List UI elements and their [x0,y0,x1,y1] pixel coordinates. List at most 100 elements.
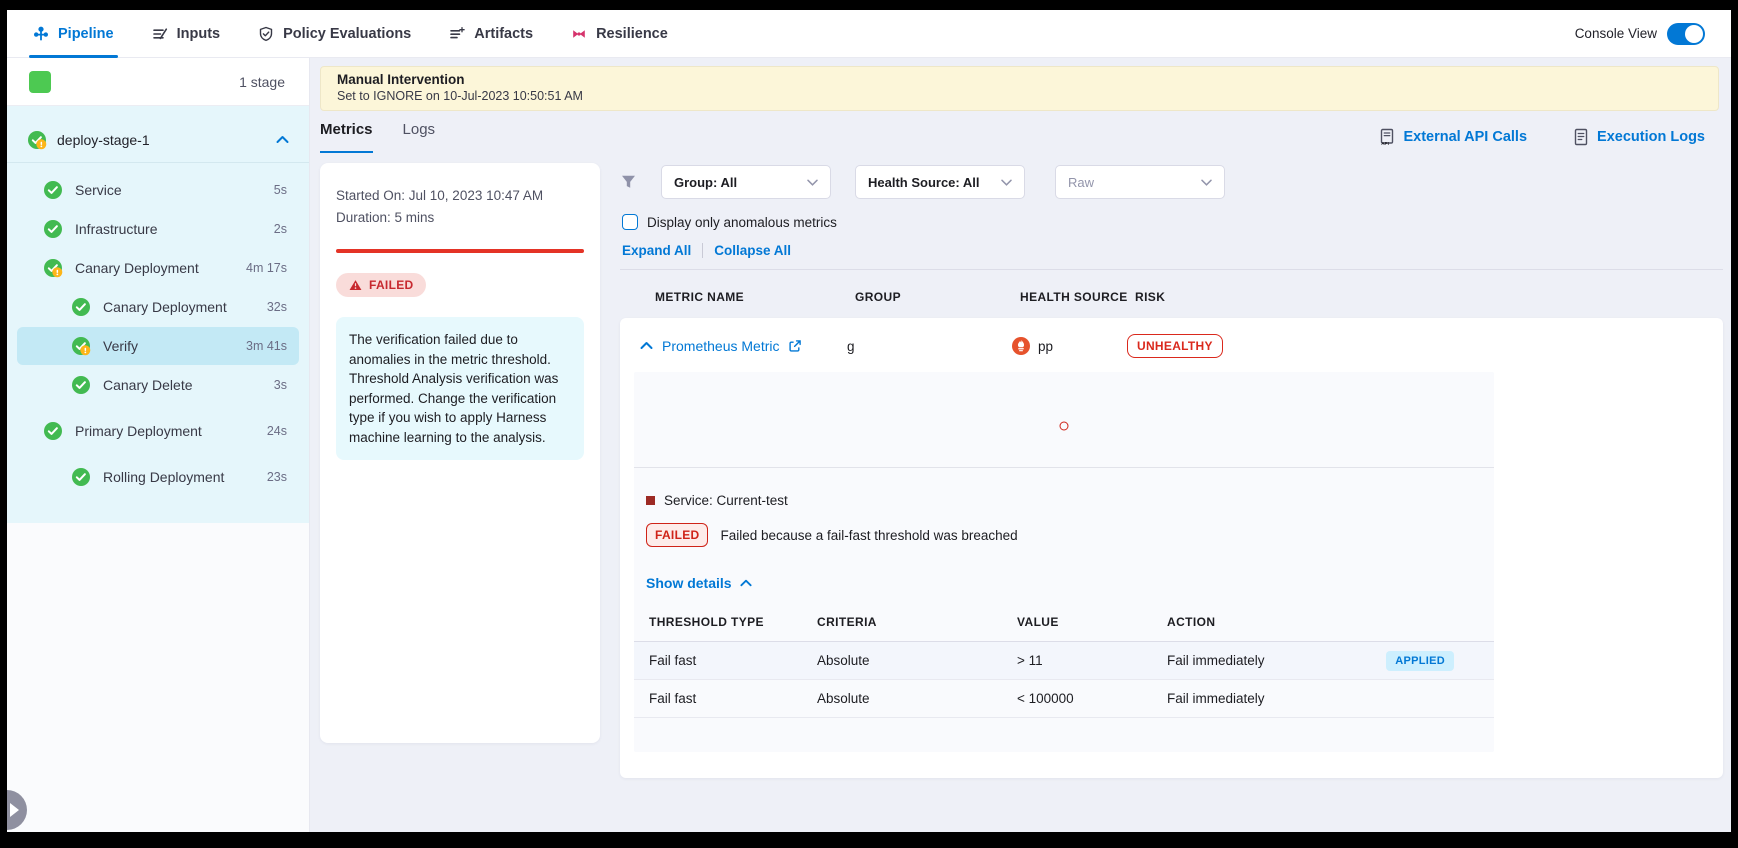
step-canary-delete[interactable]: Canary Delete 3s [17,366,299,404]
log-links: API External API Calls Execution Logs [1378,128,1705,146]
step-verify[interactable]: Verify 3m 41s [17,327,299,365]
prometheus-icon [1012,337,1030,355]
step-primary-deployment[interactable]: Primary Deployment 24s [17,412,299,450]
legend-label: Service: Current-test [664,493,788,508]
success-warning-icon [43,258,63,278]
tab-metrics[interactable]: Metrics [320,121,373,153]
anomalous-filter-row: Display only anomalous metrics [622,214,1723,230]
threshold-criteria: Absolute [817,691,1017,706]
collapse-all-link[interactable]: Collapse All [714,243,791,258]
anomalous-metrics-checkbox[interactable] [622,214,638,230]
banner-subtitle: Set to IGNORE on 10-Jul-2023 10:50:51 AM [337,88,1702,104]
threshold-value: > 11 [1017,653,1167,668]
expand-all-link[interactable]: Expand All [622,243,691,258]
col-value: VALUE [1017,615,1167,629]
step-canary-deployment-group[interactable]: Canary Deployment 4m 17s [17,249,299,287]
manual-intervention-banner: Manual Intervention Set to IGNORE on 10-… [320,66,1719,111]
document-icon [1573,128,1589,146]
health-source-filter-select[interactable]: Health Source: All [855,165,1025,199]
step-label: Primary Deployment [75,423,202,439]
raw-view-select[interactable]: Raw [1055,165,1225,199]
failed-status-badge: FAILED [336,273,426,297]
banner-title: Manual Intervention [337,71,1702,88]
tab-policy-evaluations-label: Policy Evaluations [283,26,411,42]
step-infrastructure[interactable]: Infrastructure 2s [17,210,299,248]
tab-resilience[interactable]: Resilience [571,10,668,58]
tab-inputs[interactable]: Inputs [152,10,221,58]
pipeline-icon [33,26,49,42]
chevron-up-icon[interactable] [276,131,289,149]
step-duration: 5s [274,183,299,197]
tab-pipeline[interactable]: Pipeline [33,10,114,58]
content-row: Started On: Jul 10, 2023 10:47 AM Durati… [310,153,1731,778]
divider [702,243,703,258]
resilience-icon [571,26,587,42]
anomalous-metrics-label: Display only anomalous metrics [647,215,837,230]
metric-analysis-panel: Service: Current-test FAILED Failed beca… [634,372,1494,752]
threshold-type: Fail fast [649,691,817,706]
warning-triangle-icon [349,279,362,291]
console-view-toggle[interactable] [1667,23,1705,45]
chevron-up-icon [740,579,752,587]
failed-outline-badge: FAILED [646,523,708,547]
divider [7,162,309,163]
threshold-action: Fail immediately [1167,653,1265,668]
metric-group-value: g [847,339,1012,354]
metric-row-card: Prometheus Metric g pp UNHEAL [620,318,1723,778]
threshold-row: Fail fast Absolute < 100000 Fail immedia… [634,680,1494,718]
external-link-icon[interactable] [788,339,802,353]
filter-funnel-icon[interactable] [620,174,637,190]
step-label: Canary Deployment [75,260,199,276]
step-duration: 2s [274,222,299,236]
col-threshold-type: THRESHOLD TYPE [649,615,817,629]
anomalous-data-point[interactable] [1060,422,1069,431]
stage-name: deploy-stage-1 [57,132,150,148]
api-document-icon: API [1378,128,1395,146]
tab-policy-evaluations[interactable]: Policy Evaluations [258,10,411,58]
collapse-row-chevron-icon[interactable] [640,337,653,355]
col-criteria: CRITERIA [817,615,1017,629]
metric-chart[interactable] [634,372,1494,468]
step-label: Service [75,182,122,198]
metric-name-link[interactable]: Prometheus Metric [662,338,779,354]
failed-progress-bar [336,249,584,253]
metrics-table-header: METRIC NAME GROUP HEALTH SOURCE RISK [620,270,1723,316]
step-duration: 4m 17s [246,261,299,275]
group-filter-select[interactable]: Group: All [661,165,831,199]
stage-count-label: 1 stage [239,74,285,90]
tab-artifacts[interactable]: Artifacts [449,10,533,58]
success-icon [71,375,91,395]
applied-badge: APPLIED [1386,651,1454,671]
top-navigation: Pipeline Inputs Policy Evaluations Artif… [7,10,1731,58]
tab-resilience-label: Resilience [596,26,668,42]
external-api-calls-label: External API Calls [1403,129,1527,145]
metric-name-cell: Prometheus Metric [640,337,847,355]
col-metric-name: METRIC NAME [655,290,855,304]
metrics-logs-tabs: Metrics Logs API External API Calls Exec… [310,111,1731,153]
step-rolling-deployment[interactable]: Rolling Deployment 23s [17,458,299,496]
threshold-value: < 100000 [1017,691,1167,706]
step-label: Infrastructure [75,221,157,237]
external-api-calls-link[interactable]: API External API Calls [1378,128,1527,146]
threshold-action-cell: Fail immediately APPLIED [1167,651,1494,671]
health-source-cell: pp [1012,337,1127,355]
threshold-criteria: Absolute [817,653,1017,668]
threshold-action-cell: Fail immediately [1167,691,1494,706]
execution-logs-link[interactable]: Execution Logs [1573,128,1705,146]
verification-message: The verification failed due to anomalies… [336,317,584,460]
health-source-value: pp [1038,339,1053,354]
svg-text:API: API [1382,141,1390,146]
show-details-link[interactable]: Show details [634,547,1494,591]
stage-item-deploy-stage-1[interactable]: deploy-stage-1 [7,120,309,162]
step-duration: 32s [267,300,299,314]
sidebar-header: 1 stage [7,58,309,106]
group-filter-value: Group: All [674,175,737,190]
step-service[interactable]: Service 5s [17,171,299,209]
step-duration: 3m 41s [246,339,299,353]
metric-row: Prometheus Metric g pp UNHEAL [634,334,1709,358]
tab-logs[interactable]: Logs [403,121,436,153]
console-view-control: Console View [1575,23,1705,45]
show-details-label: Show details [646,575,732,591]
step-label: Canary Deployment [103,299,227,315]
step-canary-deployment[interactable]: Canary Deployment 32s [17,288,299,326]
